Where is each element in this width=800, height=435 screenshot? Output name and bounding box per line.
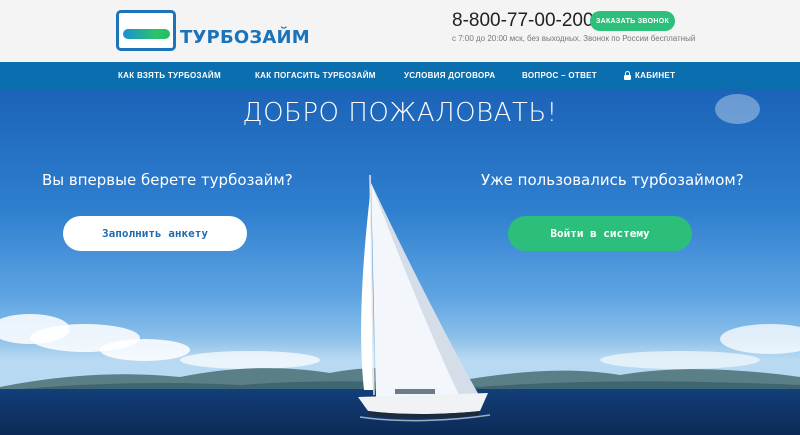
phone-note: с 7:00 до 20:00 мск, без выходных. Звоно…	[452, 34, 696, 43]
cloud	[720, 324, 800, 354]
logo-text: ТУРБОЗАЙМ	[180, 27, 310, 48]
login-button[interactable]: Войти в систему	[508, 216, 692, 251]
nav-item-how-to-repay[interactable]: КАК ПОГАСИТЬ ТУРБОЗАЙМ	[255, 62, 376, 89]
returning-customer-question: Уже пользовались турбозаймом?	[481, 171, 744, 189]
lock-icon	[624, 71, 631, 80]
logo[interactable]: ТУРБОЗАЙМ	[116, 10, 310, 51]
nav-item-contract-terms[interactable]: УСЛОВИЯ ДОГОВОРА	[404, 62, 495, 89]
new-customer-question: Вы впервые берете турбозайм?	[42, 171, 293, 189]
main-nav: КАК ВЗЯТЬ ТУРБОЗАЙМ КАК ПОГАСИТЬ ТУРБОЗА…	[0, 62, 800, 89]
nav-item-cabinet-label: КАБИНЕТ	[635, 71, 676, 80]
logo-progress-bar	[123, 29, 170, 39]
fill-application-button[interactable]: Заполнить анкету	[63, 216, 247, 251]
sailboat-image	[358, 175, 491, 422]
callback-button[interactable]: ЗАКАЗАТЬ ЗВОНОК	[590, 11, 675, 31]
nav-item-how-to-get[interactable]: КАК ВЗЯТЬ ТУРБОЗАЙМ	[118, 62, 221, 89]
nav-item-faq[interactable]: ВОПРОС – ОТВЕТ	[522, 62, 597, 89]
header: ТУРБОЗАЙМ 8-800-77-00-200 с 7:00 до 20:0…	[0, 0, 800, 62]
turbozaim-logo-icon	[116, 10, 176, 51]
hero-title: ДОБРО ПОЖАЛОВАТЬ!	[242, 98, 558, 128]
phone-number[interactable]: 8-800-77-00-200	[452, 10, 594, 32]
nav-item-cabinet[interactable]: КАБИНЕТ	[624, 62, 675, 89]
